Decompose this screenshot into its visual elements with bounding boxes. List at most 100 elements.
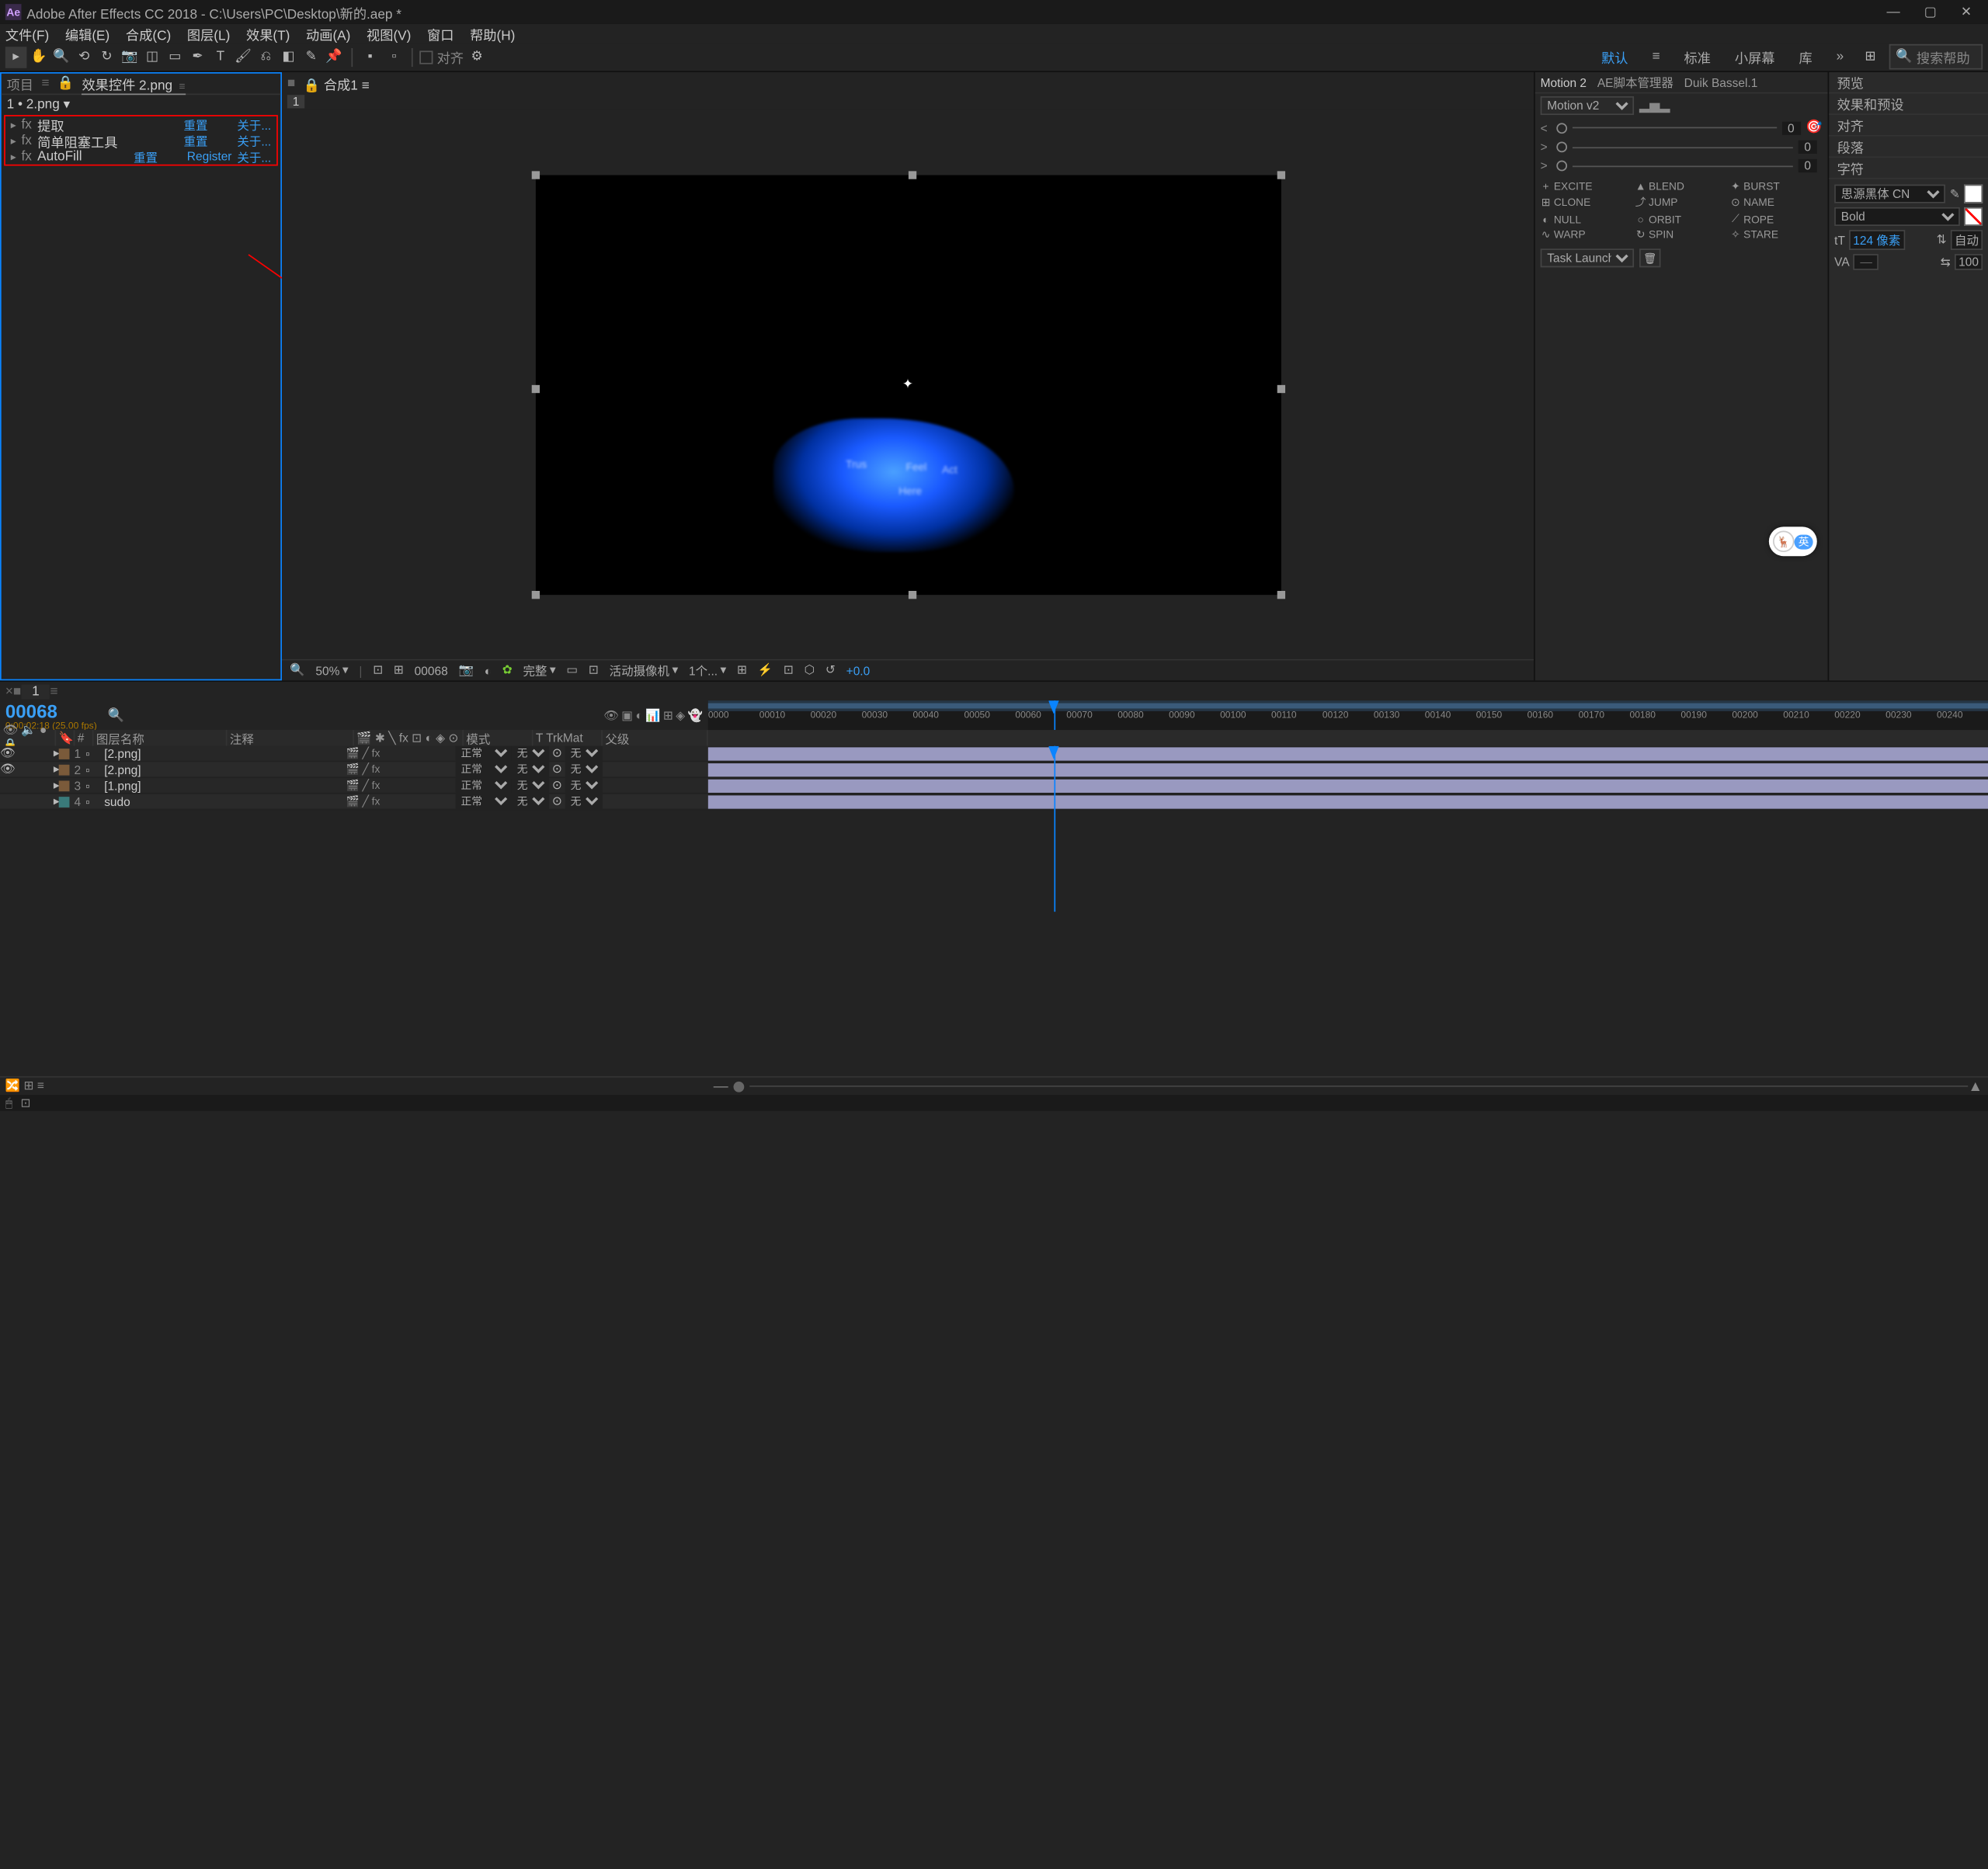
- layer-duration-bar[interactable]: [708, 780, 1988, 793]
- layer-search[interactable]: 🔍: [107, 708, 123, 723]
- workspace-library[interactable]: 库: [1791, 47, 1820, 67]
- camera-dropdown[interactable]: 活动摄像机 ▾: [610, 662, 679, 679]
- camera-tool[interactable]: 📷: [119, 46, 141, 68]
- motion-preset-dropdown[interactable]: Motion v2: [1541, 96, 1634, 115]
- maximize-button[interactable]: ▢: [1924, 5, 1937, 19]
- menu-effect[interactable]: 效果(T): [246, 23, 290, 43]
- comp-tab[interactable]: 🔒 合成1 ≡: [295, 73, 377, 93]
- clone-tool[interactable]: ⎌: [255, 46, 277, 68]
- motion-tool-stare[interactable]: ✧STARE: [1730, 228, 1823, 240]
- color-mgmt-icon[interactable]: ✿: [502, 663, 513, 678]
- layer-duration-bar[interactable]: [708, 763, 1988, 776]
- selection-handle[interactable]: [531, 384, 539, 392]
- motion-tool-rope[interactable]: ⟋ROPE: [1730, 213, 1823, 226]
- timeline-icon[interactable]: ⊡: [784, 663, 794, 678]
- panel-character[interactable]: 字符: [1829, 158, 1988, 179]
- comp-canvas[interactable]: ✦ Trus Feel Act Here: [535, 175, 1281, 595]
- flowchart-icon[interactable]: ⬡: [805, 663, 815, 678]
- selection-handle[interactable]: [1277, 384, 1284, 392]
- blend-mode-dropdown[interactable]: 正常: [456, 746, 512, 761]
- pickwhip-icon[interactable]: ⊙: [549, 746, 565, 761]
- disclosure-icon[interactable]: ▸: [11, 118, 22, 130]
- tl-btn-3d[interactable]: ◈: [676, 708, 685, 723]
- layer-bar-row[interactable]: [708, 746, 1988, 763]
- layer-row[interactable]: ▸ 3 ▫ [1.png] 🎬 ╱ fx 正常 无 ⊙ 无: [0, 778, 708, 794]
- menu-window[interactable]: 窗口: [427, 23, 454, 43]
- menu-file[interactable]: 文件(F): [5, 23, 49, 43]
- ease-out-slider[interactable]: > 0: [1535, 156, 1828, 175]
- views-dropdown[interactable]: 1个... ▾: [689, 662, 726, 679]
- snapshot-icon[interactable]: 📷: [459, 663, 474, 678]
- font-weight-dropdown[interactable]: Bold: [1834, 207, 1960, 226]
- close-button[interactable]: ✕: [1961, 5, 1972, 19]
- timeline-comp-tab[interactable]: 1: [21, 684, 50, 699]
- workspace-standard[interactable]: 标准: [1676, 47, 1719, 67]
- layer-bar-row[interactable]: [708, 778, 1988, 794]
- fill-swatch[interactable]: ▪: [360, 46, 381, 68]
- workspace-default[interactable]: 默认: [1594, 47, 1636, 67]
- fill-color-swatch[interactable]: [1964, 185, 1983, 203]
- workspace-menu-icon[interactable]: ≡: [1644, 50, 1668, 64]
- motion-tool-spin[interactable]: ↻SPIN: [1635, 228, 1728, 240]
- tab-close-icon[interactable]: ≡: [179, 79, 185, 91]
- tl-btn-frame-blend[interactable]: ▣: [621, 708, 633, 723]
- selection-handle[interactable]: [908, 171, 916, 179]
- layer-name[interactable]: [2.png]: [99, 763, 219, 776]
- kerning-input[interactable]: —: [1854, 254, 1879, 270]
- help-search[interactable]: 🔍 搜索帮助: [1889, 44, 1983, 70]
- panel-paragraph[interactable]: 段落: [1829, 137, 1988, 158]
- col-mode[interactable]: 模式: [464, 730, 533, 746]
- pickwhip-icon[interactable]: ⊙: [549, 762, 565, 776]
- playhead[interactable]: [1054, 700, 1055, 730]
- menu-edit[interactable]: 编辑(E): [65, 23, 109, 43]
- trkmat-dropdown[interactable]: 无: [512, 778, 549, 793]
- layer-color-chip[interactable]: [59, 780, 70, 791]
- panel-align[interactable]: 对齐: [1829, 115, 1988, 137]
- snap-options[interactable]: ⚙: [466, 46, 488, 68]
- panel-lock-icon[interactable]: 🔒: [57, 76, 74, 91]
- panel-preview[interactable]: 预览: [1829, 72, 1988, 94]
- trkmat-dropdown[interactable]: 无: [512, 794, 549, 809]
- timeline-tab-menu-icon[interactable]: ≡: [50, 684, 57, 699]
- effect-register-link[interactable]: Register: [187, 150, 232, 163]
- effect-row-autofill[interactable]: ▸ fx AutoFill 重置 Register 关于...: [5, 148, 276, 165]
- anchor-stick-icon[interactable]: 🎯: [1806, 120, 1822, 135]
- task-launch-dropdown[interactable]: Task Launch: [1541, 248, 1634, 267]
- col-layer-name[interactable]: 图层名称: [93, 730, 227, 746]
- hand-tool[interactable]: ✋: [28, 46, 50, 68]
- zoom-out-icon[interactable]: —: [714, 1079, 728, 1095]
- layer-name[interactable]: [2.png]: [99, 747, 219, 760]
- motion-tool-excite[interactable]: +EXCITE: [1541, 180, 1633, 192]
- col-comment[interactable]: 注释: [227, 730, 353, 746]
- selection-handle[interactable]: [1277, 590, 1284, 598]
- fast-preview-icon[interactable]: ⚡: [758, 663, 773, 678]
- motion-tool-jump[interactable]: ⤴JUMP: [1635, 195, 1728, 210]
- brush-tool[interactable]: 🖌: [232, 46, 254, 68]
- visibility-toggle[interactable]: 👁: [0, 746, 13, 761]
- disclosure-icon[interactable]: ▸: [11, 134, 22, 146]
- tab-effect-controls[interactable]: 效果控件 2.png ≡: [82, 73, 185, 95]
- grid-icon[interactable]: ⊞: [394, 663, 404, 678]
- viewer-area[interactable]: ✦ Trus Feel Act Here: [282, 109, 1534, 659]
- text-tool[interactable]: T: [210, 46, 231, 68]
- layer-color-chip[interactable]: [59, 796, 70, 807]
- panel-effects-presets[interactable]: 效果和预设: [1829, 94, 1988, 116]
- comp-marker[interactable]: 1: [287, 95, 304, 108]
- parent-dropdown[interactable]: 无: [565, 762, 603, 776]
- motion-tool-blend[interactable]: ▲BLEND: [1635, 180, 1728, 192]
- menu-help[interactable]: 帮助(H): [470, 23, 515, 43]
- motion-tool-orbit[interactable]: ○ORBIT: [1635, 213, 1728, 226]
- layer-color-chip[interactable]: [59, 764, 70, 775]
- time-nav-knob[interactable]: [734, 1081, 745, 1092]
- toggle-switches-button[interactable]: 🔀 ⊞ ≡: [5, 1079, 44, 1093]
- col-parent[interactable]: 父级: [603, 730, 708, 746]
- pickwhip-icon[interactable]: ⊙: [549, 794, 565, 809]
- trkmat-dropdown[interactable]: 无: [512, 762, 549, 776]
- selection-handle[interactable]: [531, 590, 539, 598]
- layer-duration-bar[interactable]: [708, 795, 1988, 808]
- roi-icon[interactable]: ▭: [566, 663, 578, 678]
- effect-reset-link[interactable]: 重置: [184, 132, 238, 149]
- ime-badge[interactable]: 🦌 英: [1769, 526, 1817, 556]
- frame-display[interactable]: 00068: [415, 664, 448, 677]
- orbit-tool[interactable]: ⟲: [74, 46, 96, 68]
